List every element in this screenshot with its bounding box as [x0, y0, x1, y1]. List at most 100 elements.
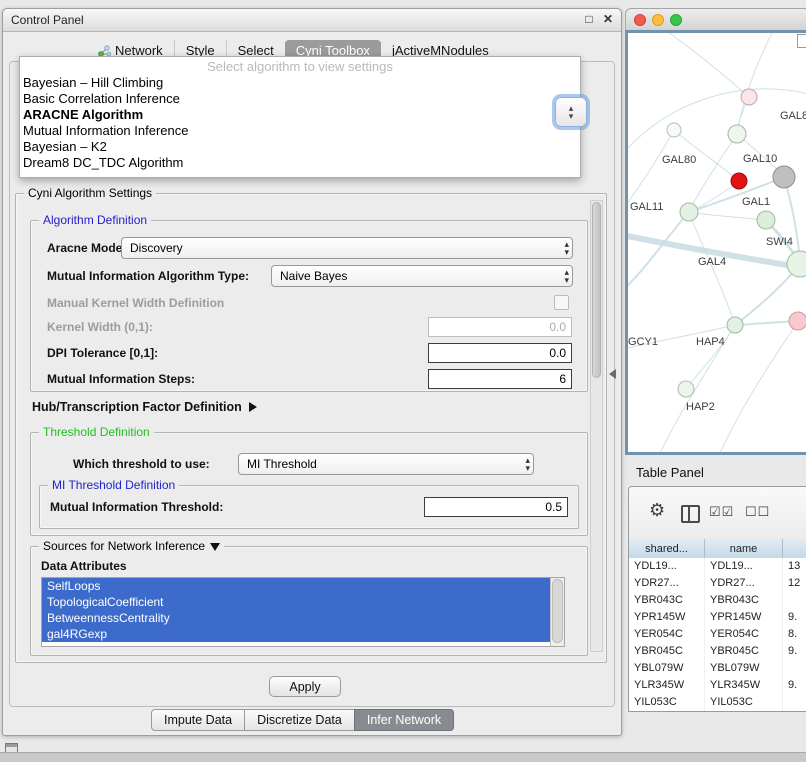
splitter-collapse-arrow[interactable] [609, 369, 616, 379]
tab-discretize-data[interactable]: Discretize Data [244, 709, 355, 731]
table-row[interactable]: YER054CYER054C8. [629, 626, 806, 643]
dropdown-item-bayesian-k2[interactable]: Bayesian – K2 [20, 139, 580, 155]
graph-node[interactable] [773, 166, 795, 188]
columns-icon[interactable] [681, 505, 700, 523]
mi-threshold-field[interactable]: 0.5 [424, 497, 568, 517]
manual-kernel-label: Manual Kernel Width Definition [47, 296, 224, 310]
table-row[interactable]: YBR045CYBR045C9. [629, 643, 806, 660]
table-cell: 13 [783, 558, 806, 575]
graph-node[interactable] [731, 173, 747, 189]
hub-definition-label: Hub/Transcription Factor Definition [32, 400, 242, 414]
graph-node[interactable] [789, 312, 806, 330]
dropdown-item-dream8[interactable]: Dream8 DC_TDC Algorithm [20, 155, 580, 171]
sources-group-title[interactable]: Sources for Network Inference [39, 539, 224, 553]
table-row[interactable]: YBL079WYBL079W [629, 660, 806, 677]
mi-steps-field[interactable]: 6 [428, 369, 572, 389]
gear-icon[interactable]: ⚙ [649, 500, 665, 521]
table-cell: YBL079W [705, 660, 783, 677]
graph-edge [686, 325, 735, 389]
table-cell: YDL19... [705, 558, 783, 575]
algorithm-definition-title: Algorithm Definition [39, 213, 151, 227]
table-cell: YLR345W [705, 677, 783, 694]
control-panel-window: Control Panel □ ✕ Network Style Select C [2, 8, 622, 736]
tab-infer-network[interactable]: Infer Network [354, 709, 454, 731]
table-row[interactable]: YBR043CYBR043C [629, 592, 806, 609]
table-cell [783, 694, 806, 711]
graph-node[interactable] [787, 251, 806, 277]
settings-scrollbar[interactable] [590, 200, 603, 652]
graph-node[interactable] [727, 317, 743, 333]
table-cell: 12 [783, 575, 806, 592]
dropdown-item-mutual-information[interactable]: Mutual Information Inference [20, 123, 580, 139]
control-panel-titlebar[interactable]: Control Panel □ ✕ [3, 9, 621, 32]
sources-group: Sources for Network Inference Data Attri… [30, 546, 588, 656]
close-traffic-light[interactable] [634, 14, 646, 26]
which-threshold-select[interactable]: MI Threshold ▴▾ [238, 453, 534, 475]
aracne-mode-select[interactable]: Discovery ▴▾ [121, 237, 573, 259]
graph-edge [737, 33, 776, 133]
column-header-shared[interactable]: shared... [629, 539, 705, 558]
dpi-tolerance-field[interactable]: 0.0 [428, 343, 572, 363]
scrollbar-thumb[interactable] [552, 579, 563, 643]
select-all-checkboxes-icon[interactable]: ☑☑ [709, 504, 734, 520]
mi-algorithm-type-select[interactable]: Naive Bayes ▴▾ [271, 265, 573, 287]
kernel-width-field[interactable]: 0.0 [428, 317, 572, 337]
table-cell: YBR045C [705, 643, 783, 660]
chevron-down-icon: ▾ [569, 112, 574, 120]
table-row[interactable]: YLR345WYLR345W9. [629, 677, 806, 694]
attribute-item-gal4rgexp[interactable]: gal4RGexp [42, 626, 553, 642]
table-row[interactable]: YPR145WYPR145W9. [629, 609, 806, 626]
algorithm-dropdown-popup: Select algorithm to view settings Bayesi… [19, 56, 581, 178]
graph-node[interactable] [741, 89, 757, 105]
titlebar-buttons: □ ✕ [578, 12, 613, 26]
combo-arrows-icon: ▴▾ [564, 240, 569, 256]
algorithm-combo-button[interactable]: ▴ ▾ [555, 97, 587, 127]
table-cell: YBR043C [705, 592, 783, 609]
graph-node-label: GAL4 [698, 256, 726, 268]
zoom-traffic-light[interactable] [670, 14, 682, 26]
selected-value: Naive Bayes [280, 269, 347, 283]
apply-button[interactable]: Apply [269, 676, 341, 697]
data-attributes-label: Data Attributes [41, 559, 127, 573]
float-window-icon[interactable]: □ [585, 12, 592, 26]
table-cell: 8. [783, 626, 806, 643]
manual-kernel-checkbox[interactable] [554, 295, 569, 310]
data-attributes-list[interactable]: SelfLoops TopologicalCoefficient Between… [41, 577, 565, 647]
network-window-titlebar[interactable] [625, 8, 806, 30]
selected-value: MI Threshold [247, 457, 317, 471]
deselect-all-checkboxes-icon[interactable]: ☐☐ [745, 504, 770, 520]
table-row[interactable]: YDR27...YDR27...12 [629, 575, 806, 592]
table-row[interactable]: YDL19...YDL19...13 [629, 558, 806, 575]
table-cell: YBL079W [629, 660, 705, 677]
graph-node[interactable] [757, 211, 775, 229]
bottom-tab-bar: Impute Data Discretize Data Infer Networ… [151, 709, 454, 731]
scrollbar-thumb[interactable] [592, 202, 601, 378]
graph-node[interactable] [728, 125, 746, 143]
column-header-clipped[interactable] [783, 539, 806, 558]
tab-impute-data[interactable]: Impute Data [151, 709, 245, 731]
attribute-item-selfloops[interactable]: SelfLoops [42, 578, 553, 594]
attribute-item-topologicalcoefficient[interactable]: TopologicalCoefficient [42, 594, 553, 610]
graph-node-label: HAP4 [696, 336, 725, 348]
attribute-item-betweennesscentrality[interactable]: BetweennessCentrality [42, 610, 553, 626]
mi-type-label: Mutual Information Algorithm Type: [47, 269, 249, 283]
threshold-definition-group: Threshold Definition Which threshold to … [30, 432, 588, 536]
graph-node[interactable] [678, 381, 694, 397]
combo-arrows-icon: ▴▾ [564, 268, 569, 284]
close-icon[interactable]: ✕ [603, 12, 613, 26]
dropdown-item-aracne[interactable]: ARACNE Algorithm [20, 107, 580, 123]
column-header-name[interactable]: name [705, 539, 783, 558]
graph-edge [718, 321, 798, 455]
network-graph[interactable]: GAL80GAL10GAL11GAL1SWI4GAL4GCY1HAP4HAP2G… [628, 33, 806, 455]
minimize-traffic-light[interactable] [652, 14, 664, 26]
attributes-scrollbar[interactable] [550, 578, 564, 646]
dropdown-item-basic-correlation[interactable]: Basic Correlation Inference [20, 91, 580, 107]
dpi-tolerance-label: DPI Tolerance [0,1]: [47, 346, 158, 360]
combo-arrows-icon: ▴▾ [525, 456, 530, 472]
graph-node[interactable] [680, 203, 698, 221]
selected-value: Discovery [130, 241, 183, 255]
table-row[interactable]: YIL053CYIL053C [629, 694, 806, 711]
hub-definition-toggle[interactable]: Hub/Transcription Factor Definition [32, 400, 257, 414]
graph-node[interactable] [667, 123, 681, 137]
dropdown-item-bayesian-hill-climbing[interactable]: Bayesian – Hill Climbing [20, 75, 580, 91]
